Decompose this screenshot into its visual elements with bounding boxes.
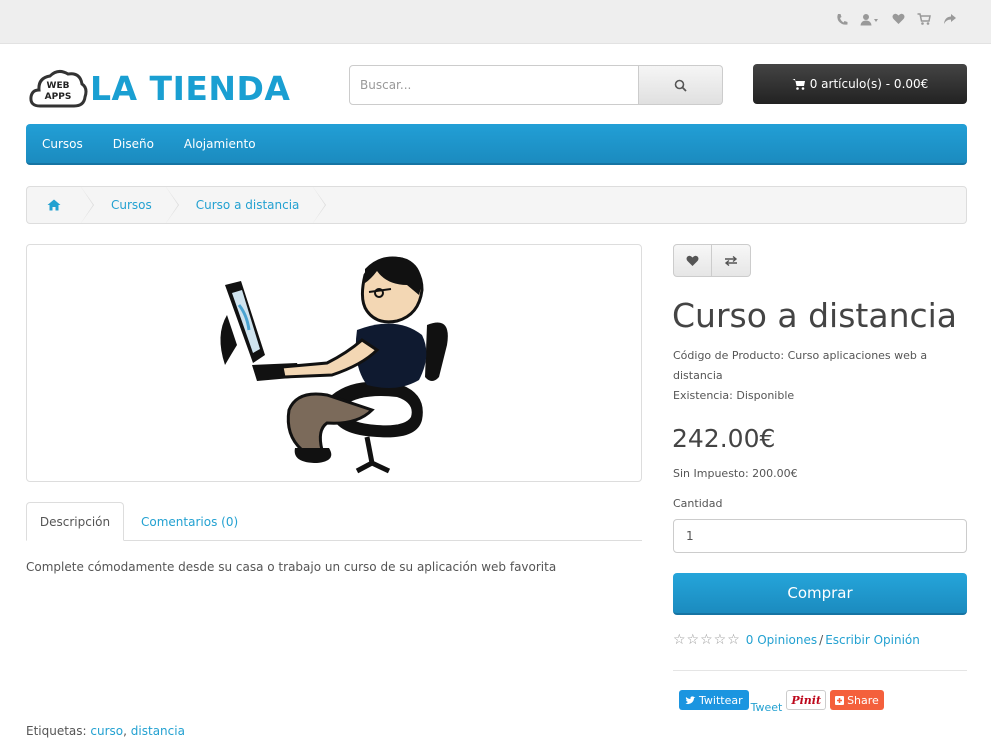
product-price: 242.00€ <box>672 424 776 453</box>
twitter-icon <box>685 695 696 704</box>
tags-label: Etiquetas: <box>26 724 87 738</box>
product-description: Complete cómodamente desde su casa o tra… <box>26 560 557 574</box>
search-button[interactable] <box>639 65 723 105</box>
exchange-icon <box>724 255 738 266</box>
heart-icon <box>686 255 699 266</box>
product-tags: Etiquetas: curso, distancia <box>26 724 185 738</box>
tag-link[interactable]: distancia <box>131 724 185 738</box>
share-label: Share <box>847 693 879 707</box>
share-button[interactable]: Share <box>830 690 884 710</box>
product-actions <box>673 244 751 277</box>
breadcrumb: Cursos Curso a distancia <box>26 186 967 224</box>
buy-button[interactable]: Comprar <box>673 573 967 615</box>
cart-button[interactable]: 0 artículo(s) - 0.00€ <box>753 64 967 104</box>
quantity-field[interactable] <box>673 519 967 553</box>
cart-summary: 0 artículo(s) - 0.00€ <box>809 77 929 91</box>
search-icon <box>674 79 687 92</box>
pinit-button[interactable]: Pinit <box>786 690 827 710</box>
reviews-link[interactable]: 0 Opiniones <box>746 633 817 647</box>
menu-item-diseno[interactable]: Diseño <box>113 137 154 151</box>
product-image[interactable] <box>26 244 642 482</box>
divider <box>673 670 967 671</box>
tag-link[interactable]: curso <box>90 724 123 738</box>
top-bar <box>0 0 991 44</box>
breadcrumb-current[interactable]: Curso a distancia <box>166 187 327 223</box>
home-icon <box>47 199 61 211</box>
search-bar <box>349 65 723 105</box>
cart-icon[interactable] <box>917 13 931 31</box>
tweet-link[interactable]: Tweet <box>751 701 783 714</box>
menu-item-alojamiento[interactable]: Alojamiento <box>184 137 256 151</box>
product-stock: Existencia: Disponible <box>673 389 795 402</box>
twitter-button[interactable]: Twittear <box>679 690 749 710</box>
add-to-wishlist-button[interactable] <box>673 244 712 277</box>
svg-text:WEB: WEB <box>47 81 70 91</box>
write-review-link[interactable]: Escribir Opinión <box>825 633 920 647</box>
person-at-computer-illustration <box>220 256 448 474</box>
main-menu: Cursos Diseño Alojamiento <box>26 124 967 165</box>
product-info: Código de Producto: Curso aplicaciones w… <box>673 346 963 406</box>
product-code: Código de Producto: Curso aplicaciones w… <box>673 349 928 382</box>
rating-stars: ☆☆☆☆☆ <box>673 632 741 648</box>
menu-item-cursos[interactable]: Cursos <box>42 137 83 151</box>
product-title: Curso a distancia <box>672 296 958 335</box>
heart-icon[interactable] <box>892 13 905 31</box>
product-rating: ☆☆☆☆☆ 0 Opiniones / Escribir Opinión <box>673 632 920 648</box>
product-tabs: Descripción Comentarios (0) <box>26 502 642 541</box>
review-separator: / <box>819 633 824 647</box>
svg-text:APPS: APPS <box>45 92 72 102</box>
brand-name: LA TIENDA <box>90 68 291 108</box>
store-logo[interactable]: WEB APPS LA TIENDA <box>28 66 290 110</box>
search-input[interactable] <box>349 65 639 105</box>
tab-description[interactable]: Descripción <box>26 502 124 541</box>
breadcrumb-home[interactable] <box>27 187 94 223</box>
quantity-label: Cantidad <box>673 497 723 510</box>
compare-button[interactable] <box>712 244 751 277</box>
web-apps-cloud-logo: WEB APPS <box>29 69 88 108</box>
twitter-label: Twittear <box>699 693 743 707</box>
plus-square-icon <box>835 695 845 705</box>
share-icon[interactable] <box>943 13 957 31</box>
user-icon[interactable] <box>860 13 880 31</box>
share-buttons: Twittear Tweet Pinit Share <box>679 690 884 714</box>
phone-icon[interactable] <box>836 13 848 31</box>
tab-comments[interactable]: Comentarios (0) <box>141 502 238 541</box>
price-without-tax: Sin Impuesto: 200.00€ <box>673 467 798 480</box>
cart-icon <box>792 79 805 90</box>
